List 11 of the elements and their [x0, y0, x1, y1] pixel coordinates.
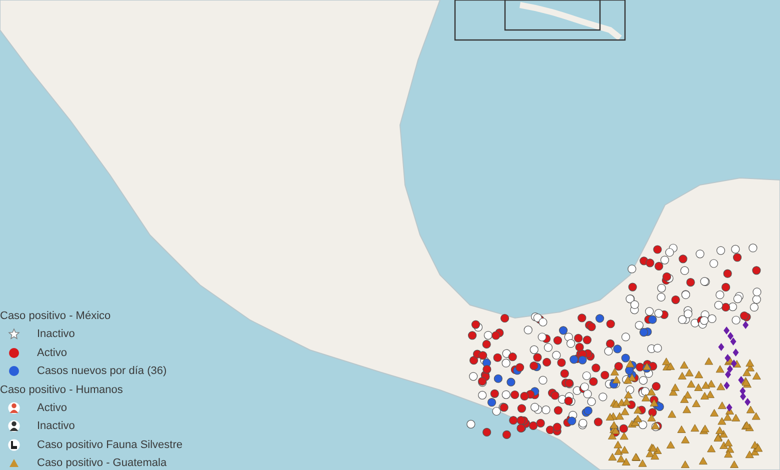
person-icon	[8, 420, 20, 432]
legend-heading: Caso positivo - México	[0, 309, 112, 324]
legend-label: Activo	[37, 346, 67, 359]
legend-heading: Caso positivo - Humanos	[0, 382, 124, 398]
legend-label: Caso positivo - Guatemala	[37, 457, 167, 470]
legend-label: Inactivo	[37, 328, 75, 340]
person-icon	[8, 402, 20, 414]
legend-label: Activo	[37, 402, 67, 414]
legend-label: Inactivo	[37, 420, 75, 432]
legend-label: Casos nuevos por día (36)	[37, 365, 167, 378]
legend-label: Caso positivo Fauna Silvestre	[37, 438, 183, 451]
